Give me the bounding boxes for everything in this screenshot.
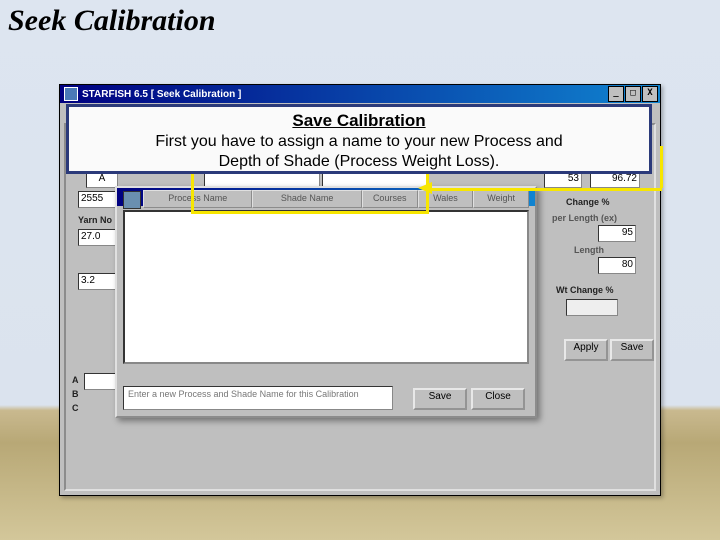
overlay-title: Save Calibration — [69, 111, 649, 131]
dialog-close-button[interactable]: Close — [471, 388, 525, 410]
value-2555[interactable]: 2555 — [78, 191, 120, 208]
change-1[interactable]: 95 — [598, 225, 636, 242]
arrow-line — [430, 188, 662, 191]
app-icon — [64, 87, 78, 101]
yarn-value[interactable]: 27.0 — [78, 229, 120, 246]
apply-button[interactable]: Apply — [564, 339, 608, 361]
window-title: STARFISH 6.5 [ Seek Calibration ] — [82, 89, 241, 100]
perlen-label: per Length (ex) — [552, 213, 617, 223]
minimize-button[interactable]: _ — [608, 86, 624, 102]
sl-value[interactable]: 3.2 — [78, 273, 120, 290]
instruction-overlay: Save Calibration First you have to assig… — [66, 104, 652, 174]
calibration-dialog: Process Name Shade Name Courses Wales We… — [115, 186, 537, 418]
yarn-label: Yarn No — [78, 215, 112, 225]
length-label: Length — [574, 245, 604, 255]
col-process[interactable]: Process Name — [143, 190, 252, 208]
col-courses[interactable]: Courses — [362, 190, 418, 208]
close-button[interactable]: X — [642, 86, 658, 102]
change-2[interactable]: 80 — [598, 257, 636, 274]
change-label: Change % — [566, 197, 610, 207]
dialog-list[interactable] — [123, 210, 529, 364]
col-weight[interactable]: Weight — [473, 190, 529, 208]
save-button[interactable]: Save — [610, 339, 654, 361]
wt-change-value[interactable] — [566, 299, 618, 316]
row-c: C — [72, 403, 79, 413]
row-a: A — [72, 375, 79, 385]
maximize-button[interactable]: □ — [625, 86, 641, 102]
col-shade[interactable]: Shade Name — [252, 190, 361, 208]
arrow-head-icon — [418, 182, 432, 194]
arrow-vert — [660, 146, 666, 188]
dialog-save-button[interactable]: Save — [413, 388, 467, 410]
row-b: B — [72, 389, 79, 399]
dialog-icon — [123, 191, 141, 209]
overlay-line2: Depth of Shade (Process Weight Loss). — [69, 152, 649, 171]
dialog-hint: Enter a new Process and Shade Name for t… — [123, 386, 393, 410]
wt-change-label: Wt Change % — [556, 285, 614, 295]
overlay-line1: First you have to assign a name to your … — [69, 132, 649, 151]
slide-title: Seek Calibration — [8, 4, 216, 38]
titlebar: STARFISH 6.5 [ Seek Calibration ] _ □ X — [60, 85, 660, 103]
